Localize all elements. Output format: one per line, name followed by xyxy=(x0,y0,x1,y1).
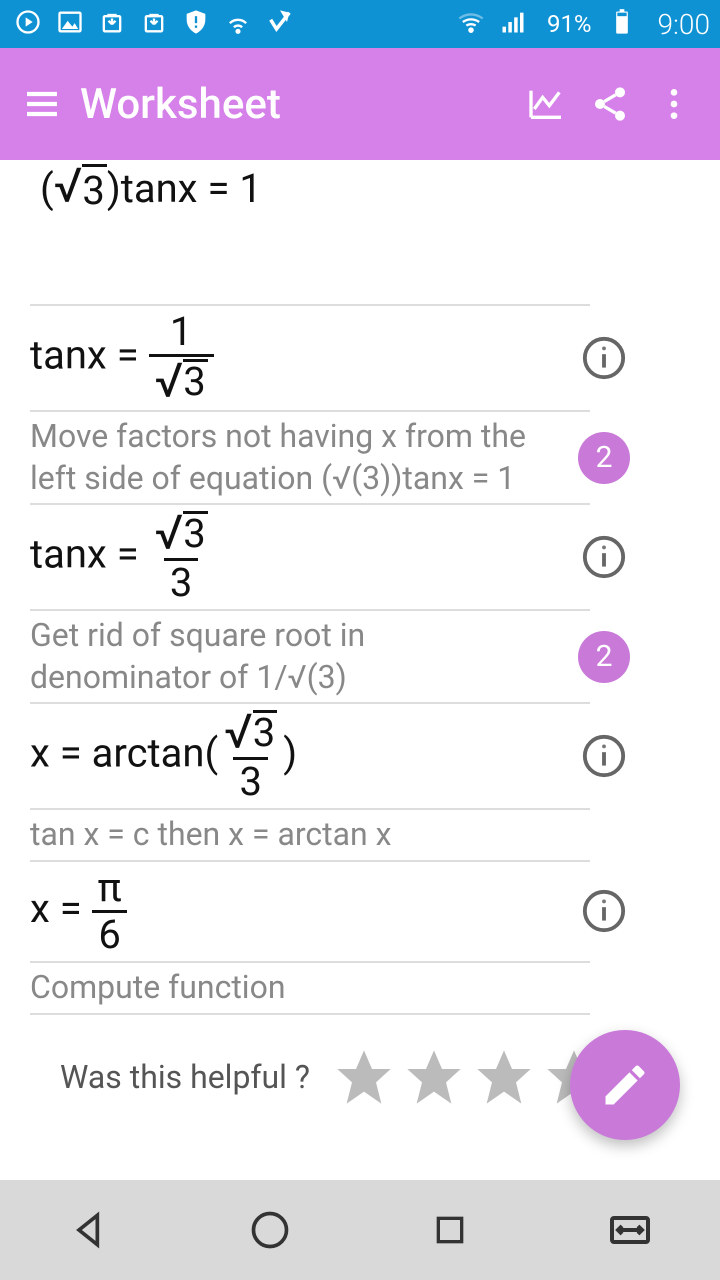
switch-button[interactable] xyxy=(595,1195,665,1265)
step-count-badge[interactable]: 2 xyxy=(578,432,630,484)
back-button[interactable] xyxy=(55,1195,125,1265)
status-left-icons xyxy=(14,8,294,40)
pencil-icon xyxy=(599,1059,651,1111)
step-info-button[interactable] xyxy=(578,531,630,583)
share-icon xyxy=(590,84,630,124)
solution-step: tanx = √33 xyxy=(30,503,590,609)
rating-label: Was this helpful ? xyxy=(60,1058,310,1096)
step-lhs: x = arctan( xyxy=(30,730,218,777)
shield-icon xyxy=(182,8,210,40)
solution-step-explain: Compute function xyxy=(30,961,590,1015)
explain-text: Compute function xyxy=(30,967,590,1009)
home-button[interactable] xyxy=(235,1195,305,1265)
explain-text: tan x = c then x = arctan x xyxy=(30,814,590,856)
page-title: Worksheet xyxy=(80,80,281,129)
worksheet-content: (√3)tanx = 1 tanx = 1√3 Move factors not… xyxy=(0,160,720,1109)
dots-vertical-icon xyxy=(654,84,694,124)
download-icon-2 xyxy=(140,8,168,40)
star-icon[interactable] xyxy=(332,1045,396,1109)
chart-button[interactable] xyxy=(514,72,578,136)
image-icon xyxy=(56,8,84,40)
back-icon xyxy=(68,1208,112,1252)
chart-icon xyxy=(526,84,566,124)
step-lhs: tanx = xyxy=(30,332,149,379)
solution-step-explain: tan x = c then x = arctan x xyxy=(30,808,590,860)
wifi-icon xyxy=(457,8,485,40)
cell-signal-icon xyxy=(499,8,527,40)
hamburger-icon xyxy=(22,84,62,124)
step-info-button[interactable] xyxy=(578,885,630,937)
info-icon xyxy=(581,733,627,779)
battery-percent: 91% xyxy=(547,10,592,38)
clock: 9:00 xyxy=(658,8,710,41)
solution-step: tanx = 1√3 xyxy=(30,304,590,410)
solution-step: x = arctan(√33) xyxy=(30,702,590,808)
edit-fab[interactable] xyxy=(570,1030,680,1140)
navigation-bar xyxy=(0,1180,720,1280)
star-icon[interactable] xyxy=(402,1045,466,1109)
problem-expression: (√3)tanx = 1 xyxy=(40,164,690,214)
square-icon xyxy=(430,1210,470,1250)
battery-icon xyxy=(608,8,636,40)
status-bar: 91% 9:00 xyxy=(0,0,720,48)
step-count-badge[interactable]: 2 xyxy=(578,631,630,683)
status-right-icons: 91% 9:00 xyxy=(457,8,710,41)
step-lhs: x = xyxy=(30,885,92,932)
step-info-button[interactable] xyxy=(578,332,630,384)
app-bar: Worksheet xyxy=(0,48,720,160)
checkmark-icon xyxy=(266,8,294,40)
explain-text: Move factors not having x from the left … xyxy=(30,416,590,499)
info-icon xyxy=(581,335,627,381)
star-icon[interactable] xyxy=(472,1045,536,1109)
info-icon xyxy=(581,534,627,580)
circle-icon xyxy=(248,1208,292,1252)
solution-step-explain: Move factors not having x from the left … xyxy=(30,410,590,503)
info-icon xyxy=(581,888,627,934)
step-info-button[interactable] xyxy=(578,730,630,782)
menu-button[interactable] xyxy=(14,76,70,132)
solution-step: x = π6 xyxy=(30,860,590,961)
recent-button[interactable] xyxy=(415,1195,485,1265)
solution-step-explain: Get rid of square root in denominator of… xyxy=(30,609,590,702)
wifi-small-icon xyxy=(224,8,252,40)
step-lhs: tanx = xyxy=(30,531,149,578)
swap-icon xyxy=(606,1206,654,1254)
overflow-button[interactable] xyxy=(642,72,706,136)
downloading-circle-icon xyxy=(14,8,42,40)
share-button[interactable] xyxy=(578,72,642,136)
explain-text: Get rid of square root in denominator of… xyxy=(30,615,590,698)
download-icon xyxy=(98,8,126,40)
